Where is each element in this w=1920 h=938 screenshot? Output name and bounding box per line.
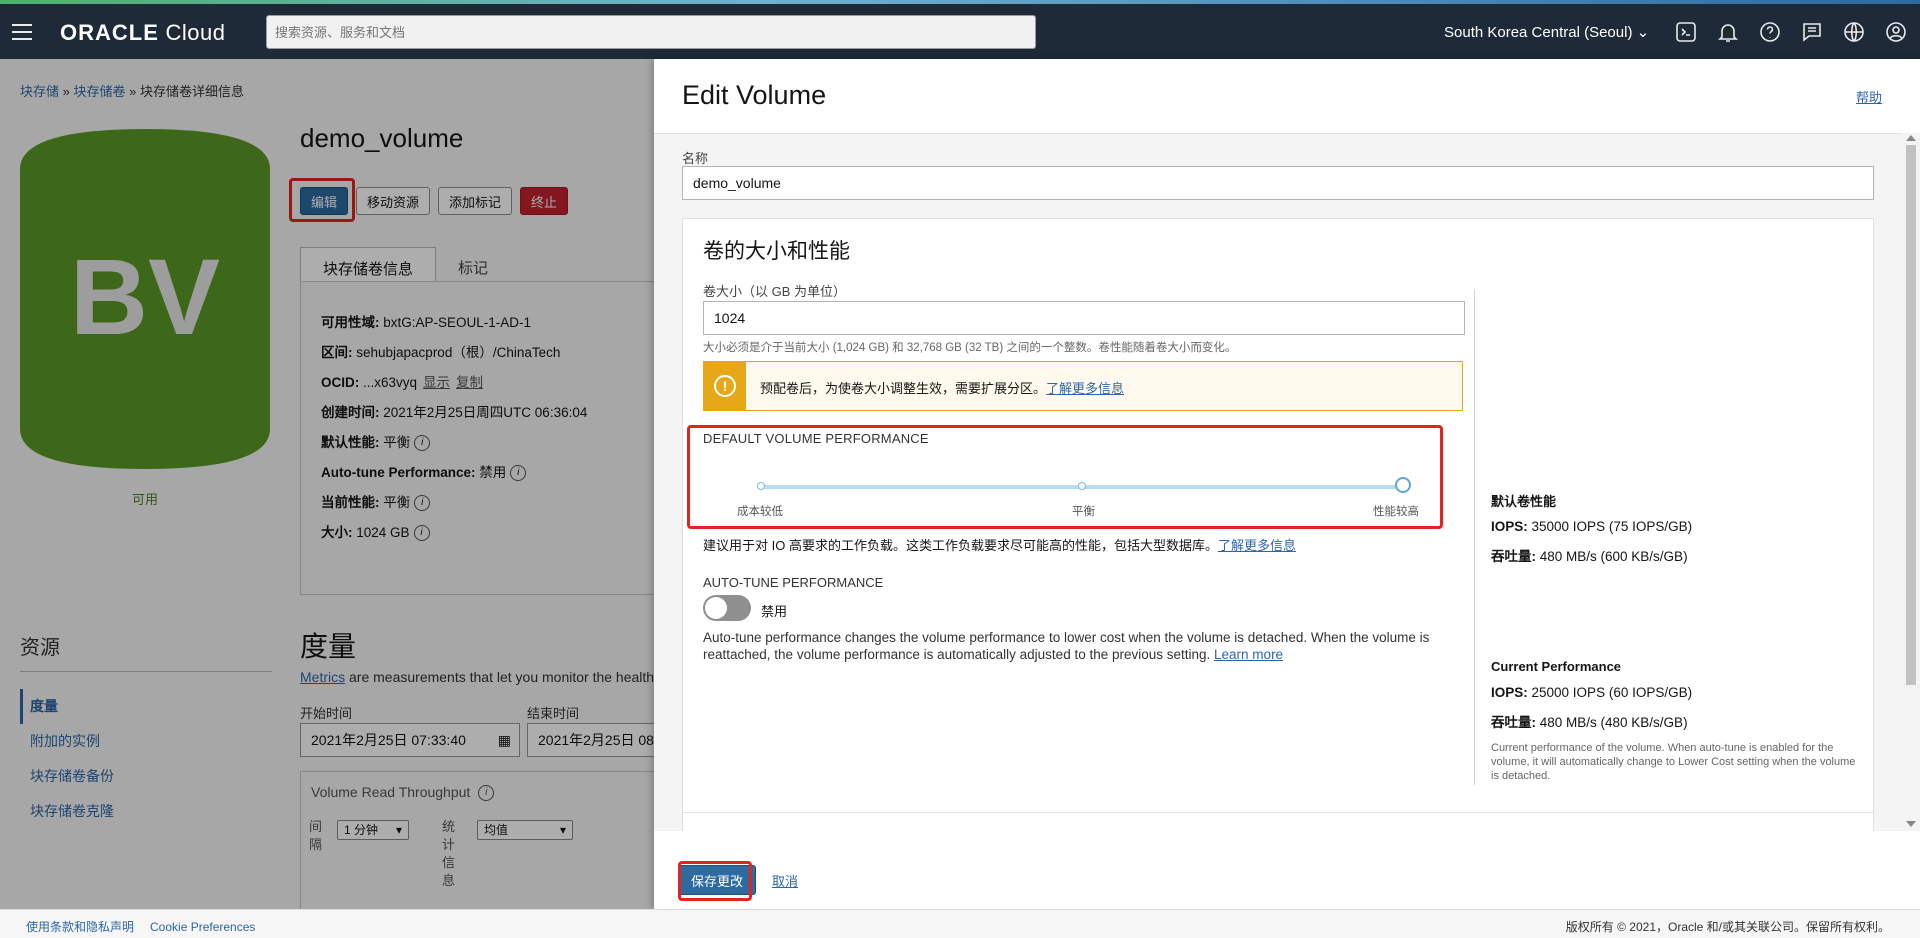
panel-title: Edit Volume	[682, 80, 827, 110]
top-navigation-bar: ORACLE Cloud South Korea Central (Seoul)…	[0, 0, 1920, 59]
current-performance-note: Current performance of the volume. When …	[1491, 742, 1856, 782]
feedback-chat-icon[interactable]	[1798, 18, 1826, 46]
copyright-text: 版权所有 © 2021，Oracle 和/或其关联公司。保留所有权利。	[1565, 920, 1890, 934]
volume-size-label: 卷大小（以 GB 为单位）	[703, 284, 847, 299]
autotune-toggle-label: 禁用	[761, 604, 788, 619]
search-input[interactable]	[266, 15, 1036, 49]
warning-learn-more-link[interactable]: 了解更多信息	[1046, 381, 1124, 396]
cloud-shell-icon[interactable]	[1672, 18, 1700, 46]
oracle-cloud-logo[interactable]: ORACLE Cloud	[60, 20, 225, 46]
save-button-highlight	[678, 861, 752, 901]
cookie-preferences-link[interactable]: Cookie Preferences	[150, 920, 255, 934]
top-accent-strip	[0, 0, 1920, 4]
size-performance-card: 卷的大小和性能 卷大小（以 GB 为单位） 大小必须是介于当前大小 (1,024…	[682, 218, 1874, 818]
section-title: 卷的大小和性能	[703, 240, 850, 263]
default-performance-summary-heading: 默认卷性能	[1491, 494, 1557, 509]
region-selector[interactable]: South Korea Central (Seoul) ⌄	[1444, 23, 1649, 41]
autotune-toggle[interactable]	[703, 595, 751, 621]
volume-size-hint: 大小必须是介于当前大小 (1,024 GB) 和 32,768 GB (32 T…	[703, 342, 1237, 354]
performance-description: 建议用于对 IO 高要求的工作负载。这类工作负载要求尽可能高的性能，包括大型数据…	[703, 538, 1296, 553]
language-globe-icon[interactable]	[1840, 18, 1868, 46]
name-label: 名称	[682, 151, 709, 166]
warning-icon: !	[704, 362, 746, 410]
warning-banner: ! 预配卷后，为使卷大小调整生效，需要扩展分区。了解更多信息	[703, 361, 1463, 411]
autotune-learn-more-link[interactable]: Learn more	[1214, 647, 1283, 662]
autotune-heading: AUTO-TUNE PERFORMANCE	[703, 575, 884, 590]
modal-overlay[interactable]	[0, 59, 654, 909]
warning-text: 预配卷后，为使卷大小调整生效，需要扩展分区。了解更多信息	[760, 381, 1125, 396]
user-profile-icon[interactable]	[1882, 18, 1910, 46]
divider	[1474, 289, 1475, 785]
terms-privacy-link[interactable]: 使用条款和隐私声明	[26, 920, 134, 934]
performance-highlight	[687, 425, 1443, 529]
notifications-bell-icon[interactable]	[1714, 18, 1742, 46]
autotune-description: Auto-tune performance changes the volume…	[703, 630, 1430, 662]
help-question-icon[interactable]	[1756, 18, 1784, 46]
name-input[interactable]	[682, 166, 1874, 200]
current-throughput: 吞吐量: 480 MB/s (480 KB/s/GB)	[1491, 715, 1688, 730]
current-performance-heading: Current Performance	[1491, 659, 1622, 674]
default-iops: IOPS: 35000 IOPS (75 IOPS/GB)	[1491, 519, 1693, 534]
next-section-card	[682, 812, 1874, 831]
volume-size-input[interactable]	[703, 301, 1465, 335]
help-link[interactable]: 帮助	[1856, 87, 1882, 106]
current-iops: IOPS: 25000 IOPS (60 IOPS/GB)	[1491, 685, 1693, 700]
hamburger-menu-icon[interactable]	[12, 24, 32, 40]
default-throughput: 吞吐量: 480 MB/s (600 KB/s/GB)	[1491, 549, 1688, 564]
panel-body: 名称 卷的大小和性能 卷大小（以 GB 为单位） 大小必须是介于当前大小 (1,…	[654, 133, 1902, 831]
panel-scrollbar[interactable]	[1902, 133, 1920, 831]
edit-volume-panel: Edit Volume 帮助 名称 卷的大小和性能 卷大小（以 GB 为单位） …	[654, 59, 1920, 909]
page-footer: 使用条款和隐私声明 Cookie Preferences 版权所有 © 2021，…	[0, 909, 1920, 938]
performance-learn-more-link[interactable]: 了解更多信息	[1218, 538, 1296, 553]
cancel-link[interactable]: 取消	[772, 871, 798, 890]
